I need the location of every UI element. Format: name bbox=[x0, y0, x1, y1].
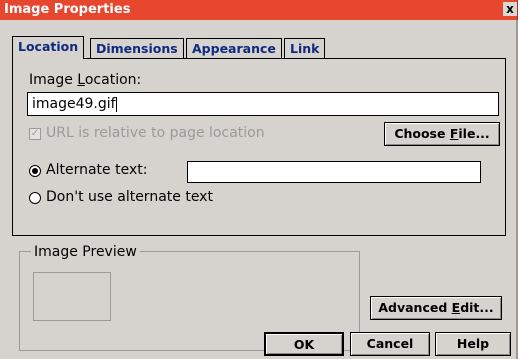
window-title: Image Properties bbox=[4, 2, 131, 17]
tab-appearance[interactable]: Appearance bbox=[186, 38, 282, 58]
dont-use-alt-radio[interactable] bbox=[29, 192, 41, 204]
text-cursor bbox=[115, 96, 117, 112]
image-preview-area bbox=[33, 272, 111, 321]
image-location-input[interactable]: image49.gif bbox=[27, 92, 499, 116]
help-button[interactable]: Help bbox=[435, 332, 511, 356]
close-icon[interactable]: x bbox=[503, 2, 517, 16]
tab-appearance-label: Appearance bbox=[192, 41, 276, 56]
image-preview-title: Image Preview bbox=[31, 244, 140, 260]
tab-location[interactable]: Location bbox=[12, 36, 85, 59]
alternate-text-label: Alternate text: bbox=[46, 162, 148, 178]
ok-button[interactable]: OK bbox=[264, 332, 344, 356]
alternate-text-radio[interactable] bbox=[29, 165, 41, 177]
url-relative-label: URL is relative to page location bbox=[46, 125, 265, 141]
cancel-button[interactable]: Cancel bbox=[350, 332, 430, 356]
advanced-edit-button[interactable]: Advanced Edit... bbox=[370, 296, 502, 320]
tab-dimensions[interactable]: Dimensions bbox=[90, 38, 184, 58]
image-location-value: image49.gif bbox=[32, 96, 116, 112]
tab-location-label: Location bbox=[18, 39, 79, 54]
image-location-label: Image Location: bbox=[29, 72, 142, 88]
tab-dimensions-label: Dimensions bbox=[96, 41, 178, 56]
alternate-text-input[interactable] bbox=[187, 161, 481, 183]
tab-link[interactable]: Link bbox=[284, 38, 326, 58]
dialog-body: Location Dimensions Appearance Link Imag… bbox=[0, 20, 518, 359]
tab-link-label: Link bbox=[290, 41, 320, 56]
checkbox-icon[interactable]: ✓ bbox=[29, 128, 41, 140]
choose-file-button[interactable]: Choose File... bbox=[384, 122, 500, 146]
dont-use-alt-label: Don't use alternate text bbox=[46, 189, 213, 205]
window-titlebar: Image Properties x bbox=[0, 0, 518, 20]
